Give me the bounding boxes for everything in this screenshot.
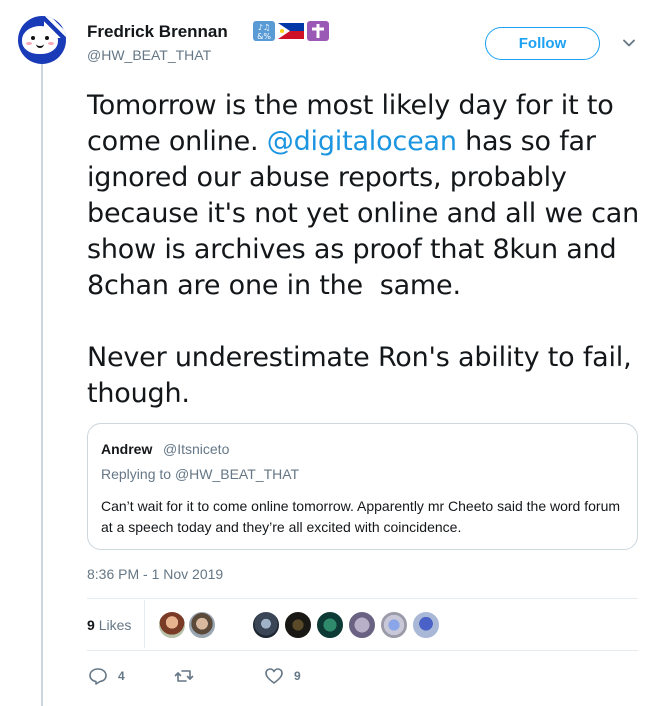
like-action[interactable]: 9 xyxy=(264,666,301,686)
liker-avatar[interactable] xyxy=(252,611,280,639)
avatar-eye xyxy=(45,36,49,40)
retweet-icon xyxy=(174,670,194,682)
quote-replying-to: Replying to @HW_BEAT_THAT xyxy=(101,466,299,482)
author-handle[interactable]: @HW_BEAT_THAT xyxy=(87,47,211,63)
likes-separator xyxy=(144,600,145,648)
liker-avatar[interactable] xyxy=(188,611,216,639)
svg-text:&%: &% xyxy=(257,32,271,41)
tweet-line: Tomorrow is the most likely day for it t… xyxy=(87,90,614,121)
liker-avatar[interactable] xyxy=(284,611,312,639)
avatar-face xyxy=(22,26,58,54)
quoted-tweet[interactable]: Andrew @Itsniceto Replying to @HW_BEAT_T… xyxy=(87,423,638,550)
liker-avatar[interactable] xyxy=(380,611,408,639)
follow-button[interactable]: Follow xyxy=(485,27,600,60)
quote-text: Can’t wait for it to come online tomorro… xyxy=(101,498,621,535)
reply-icon xyxy=(89,668,107,685)
replying-handle: @HW_BEAT_THAT xyxy=(174,466,300,482)
likes-label: Likes xyxy=(98,617,132,633)
tweet-body: ignored our abuse reports, probably beca… xyxy=(87,162,640,409)
liker-avatar[interactable] xyxy=(348,611,376,639)
chevron-down-icon[interactable] xyxy=(622,36,636,50)
avatar[interactable] xyxy=(18,16,66,64)
mention-link[interactable]: @digitalocean xyxy=(267,126,457,157)
likes-count[interactable]: 9 Likes xyxy=(87,617,131,633)
philippines-flag-icon xyxy=(278,23,304,39)
reply-action[interactable]: 4 xyxy=(88,666,125,686)
avatar-eye xyxy=(31,36,35,40)
avatar-mouth xyxy=(36,42,44,48)
liker-avatar[interactable] xyxy=(412,611,440,639)
author-name[interactable]: Fredrick Brennan xyxy=(87,22,228,42)
quote-author-handle: @Itsniceto xyxy=(163,441,230,457)
avatar-blush xyxy=(48,42,54,45)
divider xyxy=(87,598,638,599)
replying-prefix: Replying to xyxy=(101,466,175,482)
liker-avatar[interactable] xyxy=(158,611,186,639)
tweet-text: Tomorrow is the most likely day for it t… xyxy=(87,88,647,412)
symbols-input-emoji-icon: ♪♫ &% xyxy=(253,21,275,41)
retweet-action[interactable] xyxy=(174,666,204,686)
thread-line xyxy=(41,58,43,706)
svg-text:♪♫: ♪♫ xyxy=(258,23,270,32)
tweet-line: has so far xyxy=(456,126,596,157)
avatar-blush xyxy=(26,42,32,45)
like-count: 9 xyxy=(294,669,301,683)
heart-icon xyxy=(265,668,283,684)
latin-cross-icon xyxy=(307,21,329,41)
liker-avatar[interactable] xyxy=(316,611,344,639)
divider xyxy=(87,650,638,651)
likes-number: 9 xyxy=(87,617,95,633)
reply-count: 4 xyxy=(118,669,125,683)
timestamp[interactable]: 8:36 PM - 1 Nov 2019 xyxy=(87,566,223,582)
quote-author-name: Andrew xyxy=(101,441,153,457)
tweet-line: come online. xyxy=(87,126,267,157)
